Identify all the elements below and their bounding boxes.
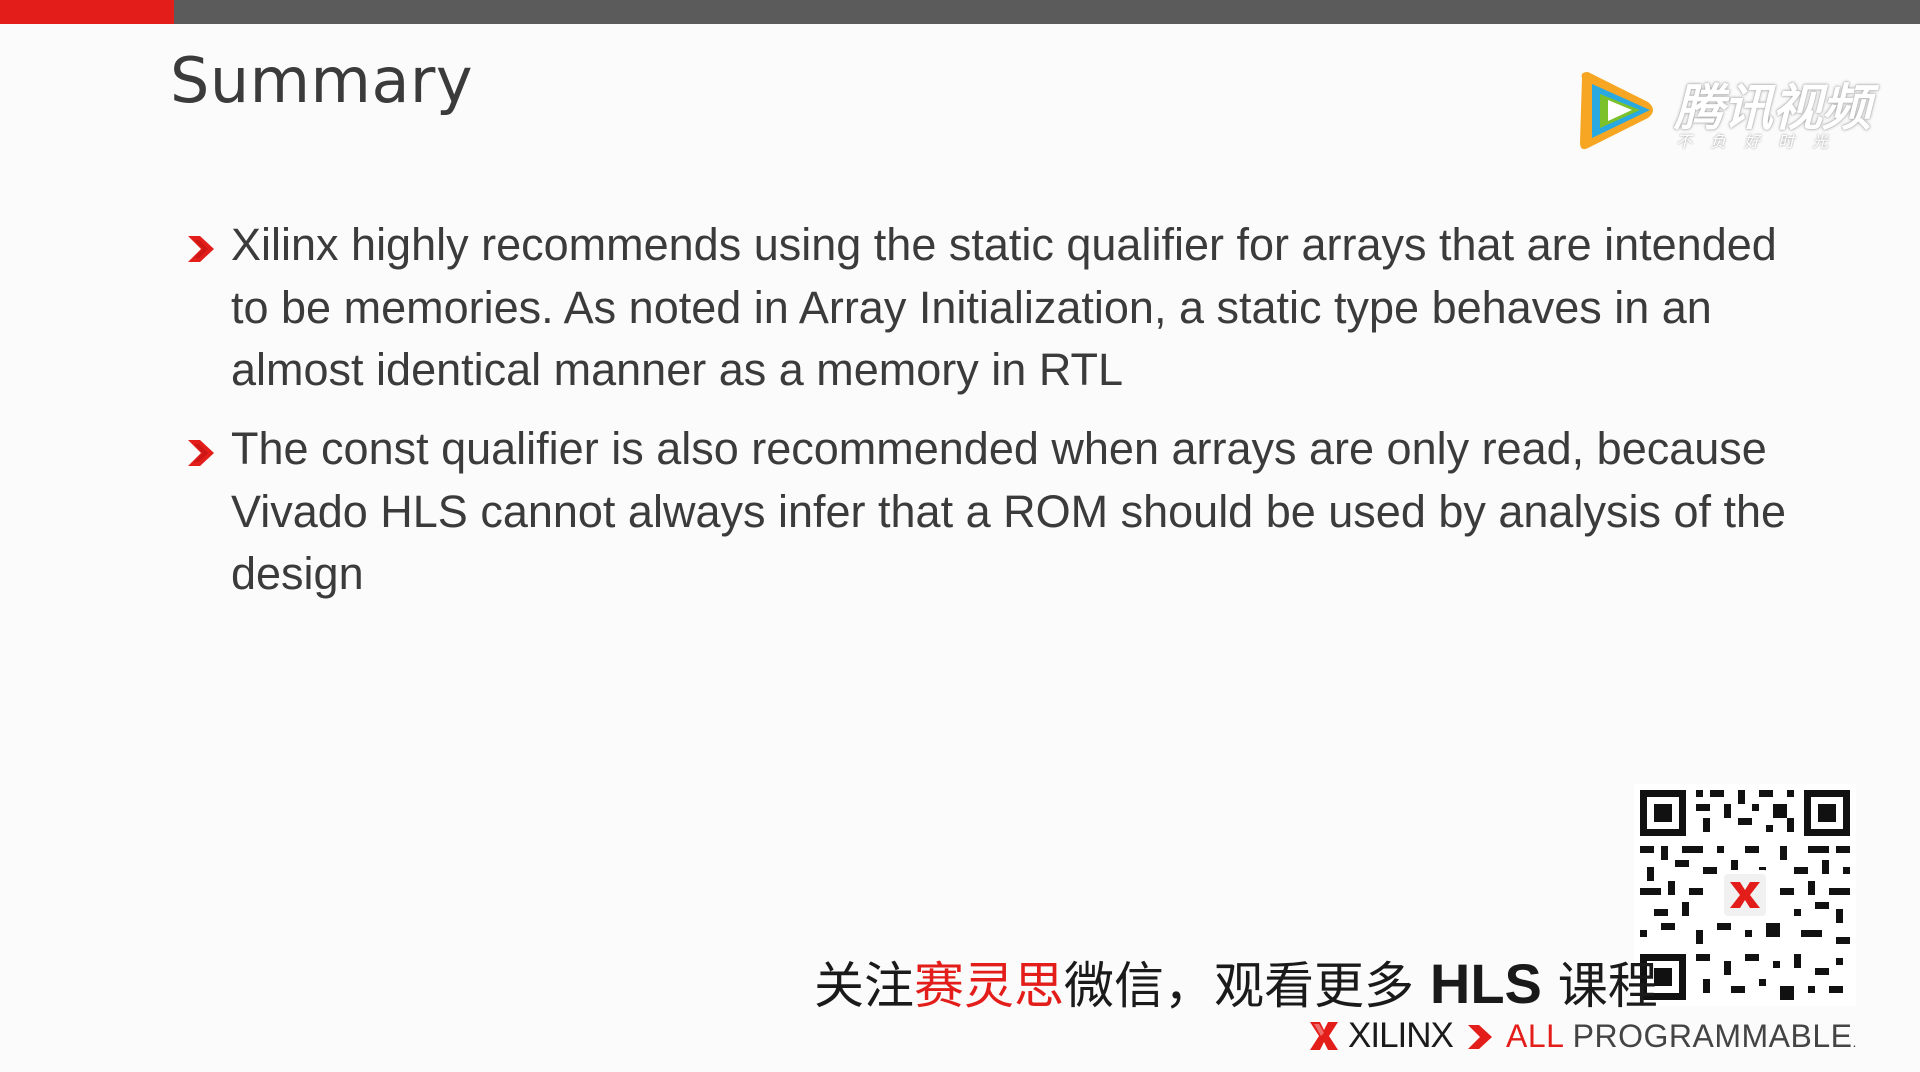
tencent-video-play-icon <box>1580 72 1653 150</box>
bullet-text: Xilinx highly recommends using the stati… <box>231 219 1777 395</box>
bullet-text: The const qualifier is also recommended … <box>231 423 1787 599</box>
promo-text: 关注 <box>814 957 914 1015</box>
promo-brand-cn: 赛灵思 <box>914 957 1064 1015</box>
tagline-tm: . <box>1852 1034 1857 1050</box>
qr-code <box>1634 784 1856 1006</box>
xilinx-brand: XILINX <box>1348 1016 1454 1055</box>
tencent-video-logo: 腾讯视频 不负好时光 <box>1570 66 1871 156</box>
red-chevron-icon <box>188 236 214 262</box>
promo-text: 课程 <box>1541 957 1658 1015</box>
qr-code-icon <box>1640 790 1850 1000</box>
promo-text: 微信，观看更多 <box>1064 957 1430 1015</box>
xilinx-footer: XILINX ALL PROGRAMMABLE. <box>1308 1016 1888 1060</box>
promo-line: 关注赛灵思微信，观看更多 HLS 课程 <box>814 946 1658 1018</box>
slide-title: Summary <box>170 44 474 117</box>
tencent-video-slogan: 不负好时光 <box>1676 132 1847 151</box>
xilinx-x-logo-icon <box>1310 1022 1338 1050</box>
top-bar-accent <box>0 0 174 24</box>
tagline-rest: PROGRAMMABLE <box>1563 1018 1853 1054</box>
red-chevron-icon <box>188 440 214 466</box>
xilinx-tagline: ALL PROGRAMMABLE. <box>1506 1018 1857 1055</box>
tagline-all: ALL <box>1506 1018 1564 1054</box>
promo-hls: HLS <box>1429 952 1542 1015</box>
red-chevron-icon <box>1468 1025 1492 1049</box>
top-bar <box>0 0 1920 24</box>
